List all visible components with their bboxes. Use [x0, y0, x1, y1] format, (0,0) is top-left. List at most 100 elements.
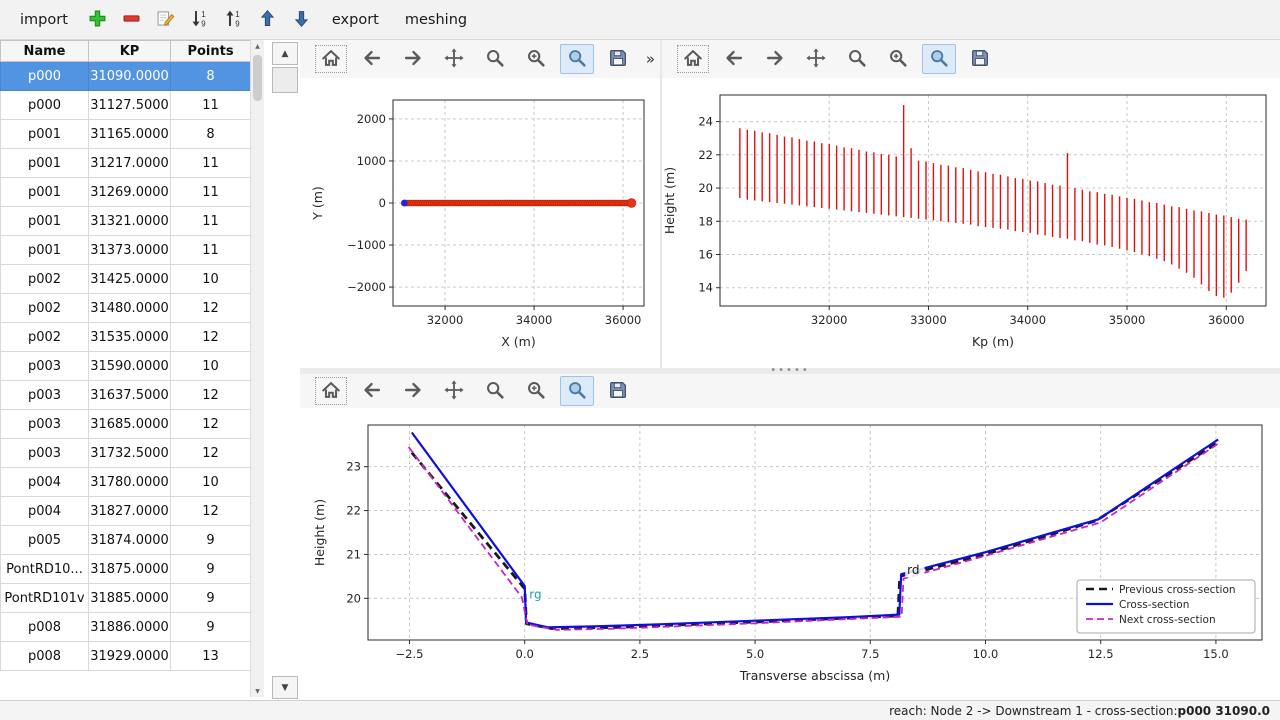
- table-cell[interactable]: 9: [171, 584, 251, 613]
- sort-descending-button[interactable]: 19: [184, 5, 216, 35]
- table-cell[interactable]: p001: [1, 120, 89, 149]
- table-cell[interactable]: 12: [171, 294, 251, 323]
- table-cell[interactable]: p005: [1, 526, 89, 555]
- table-cell[interactable]: 31874.0000: [89, 526, 171, 555]
- zoom-button[interactable]: [478, 376, 512, 406]
- table-cell[interactable]: p001: [1, 178, 89, 207]
- table-row[interactable]: p00331637.500012: [1, 381, 251, 410]
- table-cell[interactable]: 8: [171, 120, 251, 149]
- table-row[interactable]: p00231535.000012: [1, 323, 251, 352]
- table-cell[interactable]: 31590.0000: [89, 352, 171, 381]
- table-row[interactable]: p00031127.500011: [1, 91, 251, 120]
- table-cell[interactable]: p002: [1, 323, 89, 352]
- table-cell[interactable]: 31637.5000: [89, 381, 171, 410]
- table-row[interactable]: p00131165.00008: [1, 120, 251, 149]
- longitudinal-profile-plot[interactable]: 3200033000340003500036000141618202224Kp …: [662, 78, 1280, 368]
- home-button[interactable]: [676, 44, 710, 74]
- table-cell[interactable]: 31269.0000: [89, 178, 171, 207]
- table-cell[interactable]: p001: [1, 207, 89, 236]
- cross-section-plot[interactable]: −2.50.02.55.07.510.012.515.020212223Tran…: [300, 408, 1280, 698]
- zoom-button[interactable]: [478, 44, 512, 74]
- table-cell[interactable]: 12: [171, 323, 251, 352]
- home-button[interactable]: [314, 44, 348, 74]
- column-header-kp[interactable]: KP: [89, 41, 171, 62]
- subplots-button[interactable]: [519, 44, 553, 74]
- table-cell[interactable]: 11: [171, 149, 251, 178]
- table-cell[interactable]: p002: [1, 265, 89, 294]
- add-button[interactable]: [82, 5, 114, 35]
- table-cell[interactable]: p003: [1, 410, 89, 439]
- move-up-button[interactable]: [252, 5, 284, 35]
- table-cell[interactable]: 12: [171, 381, 251, 410]
- table-cell[interactable]: p008: [1, 613, 89, 642]
- table-scroll-up-button[interactable]: ▲: [251, 40, 264, 52]
- table-row[interactable]: p00131321.000011: [1, 207, 251, 236]
- table-cell[interactable]: 11: [171, 236, 251, 265]
- forward-button[interactable]: [758, 44, 792, 74]
- customize-button[interactable]: [560, 44, 594, 74]
- table-row[interactable]: p00131269.000011: [1, 178, 251, 207]
- subplots-button[interactable]: [519, 376, 553, 406]
- edit-button[interactable]: [150, 5, 182, 35]
- table-cell[interactable]: 31929.0000: [89, 642, 171, 671]
- remove-button[interactable]: [116, 5, 148, 35]
- table-cell[interactable]: p008: [1, 642, 89, 671]
- table-row[interactable]: p00831929.000013: [1, 642, 251, 671]
- table-cell[interactable]: p003: [1, 352, 89, 381]
- back-button[interactable]: [355, 44, 389, 74]
- table-cell[interactable]: 31780.0000: [89, 468, 171, 497]
- table-row[interactable]: p00831886.00009: [1, 613, 251, 642]
- table-row[interactable]: p00531874.00009: [1, 526, 251, 555]
- table-row[interactable]: PontRD101v31885.00009: [1, 584, 251, 613]
- table-cell[interactable]: 10: [171, 352, 251, 381]
- pan-button[interactable]: [437, 376, 471, 406]
- table-cell[interactable]: 11: [171, 178, 251, 207]
- home-button[interactable]: [314, 376, 348, 406]
- table-cell[interactable]: 31373.0000: [89, 236, 171, 265]
- table-cell[interactable]: p000: [1, 62, 89, 91]
- save-button[interactable]: [963, 44, 997, 74]
- table-cell[interactable]: 12: [171, 497, 251, 526]
- table-row[interactable]: p00131217.000011: [1, 149, 251, 178]
- panel-scrollbar[interactable]: ▲ ▼: [272, 40, 298, 700]
- table-cell[interactable]: 8: [171, 62, 251, 91]
- table-cell[interactable]: 31480.0000: [89, 294, 171, 323]
- table-row[interactable]: p00231480.000012: [1, 294, 251, 323]
- pan-button[interactable]: [437, 44, 471, 74]
- table-row[interactable]: p00331685.000012: [1, 410, 251, 439]
- table-cell[interactable]: p000: [1, 91, 89, 120]
- table-cell[interactable]: 11: [171, 91, 251, 120]
- export-button[interactable]: export: [320, 7, 391, 33]
- forward-button[interactable]: [396, 376, 430, 406]
- table-cell[interactable]: p002: [1, 294, 89, 323]
- table-cell[interactable]: p001: [1, 149, 89, 178]
- column-header-points[interactable]: Points: [171, 41, 251, 62]
- table-cell[interactable]: 12: [171, 439, 251, 468]
- table-scroll-down-button[interactable]: ▼: [251, 685, 264, 697]
- table-cell[interactable]: PontRD101v: [1, 584, 89, 613]
- table-cell[interactable]: p004: [1, 468, 89, 497]
- table-row[interactable]: p00331732.500012: [1, 439, 251, 468]
- back-button[interactable]: [717, 44, 751, 74]
- table-cell[interactable]: 31165.0000: [89, 120, 171, 149]
- save-button[interactable]: [601, 376, 635, 406]
- table-cell[interactable]: 31685.0000: [89, 410, 171, 439]
- table-cell[interactable]: 31090.0000: [89, 62, 171, 91]
- table-cell[interactable]: 13: [171, 642, 251, 671]
- table-cell[interactable]: 9: [171, 613, 251, 642]
- xy-plan-plot[interactable]: 320003400036000−2000−1000010002000X (m)Y…: [300, 78, 660, 368]
- table-row[interactable]: p00131373.000011: [1, 236, 251, 265]
- save-button[interactable]: [601, 44, 635, 74]
- table-cell[interactable]: 31875.0000: [89, 555, 171, 584]
- pan-button[interactable]: [799, 44, 833, 74]
- import-button[interactable]: import: [8, 7, 80, 33]
- table-row[interactable]: PontRD10...31875.00009: [1, 555, 251, 584]
- panel-scroll-down-button[interactable]: ▼: [272, 676, 298, 699]
- table-cell[interactable]: 9: [171, 555, 251, 584]
- back-button[interactable]: [355, 376, 389, 406]
- panel-scrollbar-thumb[interactable]: [272, 67, 298, 93]
- table-row[interactable]: p00431780.000010: [1, 468, 251, 497]
- table-row[interactable]: p00031090.00008: [1, 62, 251, 91]
- table-cell[interactable]: PontRD10...: [1, 555, 89, 584]
- table-cell[interactable]: 31217.0000: [89, 149, 171, 178]
